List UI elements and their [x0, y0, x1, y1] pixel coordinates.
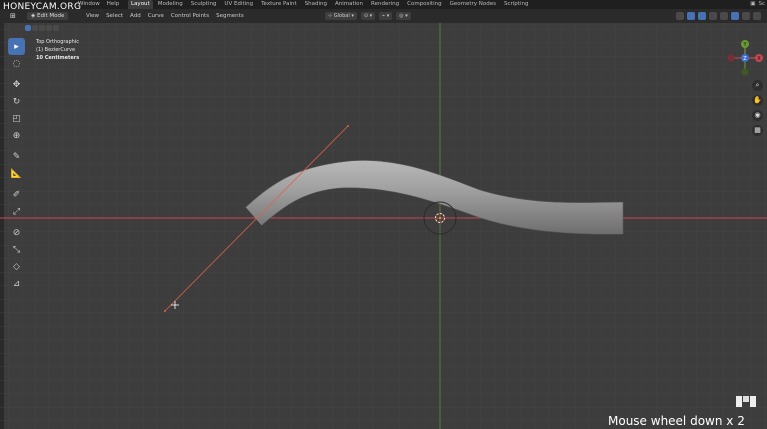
tab-geometry-nodes[interactable]: Geometry Nodes — [447, 0, 499, 9]
select-mode-intersect-icon[interactable] — [53, 25, 59, 31]
viewport-grid — [0, 23, 767, 429]
pivot-dropdown[interactable]: ⊙ ▾ — [360, 12, 376, 20]
watermark-text: HONEYCAM.ORG — [3, 2, 82, 12]
shading-solid-icon[interactable] — [731, 12, 739, 20]
zoom-icon[interactable]: ⌕ — [752, 80, 763, 91]
menu-control-points[interactable]: Control Points — [171, 9, 209, 23]
gizmo-x-label: X — [757, 56, 761, 62]
menu-select[interactable]: Select — [106, 9, 123, 23]
active-object-name: (1) BezierCurve — [36, 47, 76, 53]
header-right-controls — [676, 12, 761, 20]
keystroke-icon — [736, 396, 756, 407]
mode-dropdown[interactable]: ◈ Edit Mode — [27, 12, 69, 20]
navigation-buttons: ⌕ ✋ ◉ ▦ — [752, 80, 763, 136]
camera-view-icon[interactable]: ◉ — [752, 110, 763, 121]
snap-toggle[interactable]: ⌁ ▾ — [379, 12, 393, 20]
handle-point-start[interactable] — [164, 310, 166, 312]
select-mode-new-icon[interactable] — [25, 25, 31, 31]
menu-segments[interactable]: Segments — [216, 9, 244, 23]
tab-scripting[interactable]: Scripting — [501, 0, 531, 9]
orientation-label: Global — [333, 13, 350, 19]
shading-wire-icon[interactable] — [720, 12, 728, 20]
xray-toggle-icon[interactable] — [709, 12, 717, 20]
measure-tool-icon[interactable]: 📐 — [8, 165, 25, 182]
transform-tool-icon[interactable]: ⊕ — [8, 127, 25, 144]
proportional-edit-toggle[interactable]: ◎ ▾ — [396, 12, 411, 20]
mode-label: Edit Mode — [36, 13, 65, 19]
tab-compositing[interactable]: Compositing — [404, 0, 444, 9]
extrude-tool-icon[interactable]: ⤢ — [8, 203, 25, 220]
cursor-tool-icon[interactable]: ◌ — [8, 55, 25, 72]
perspective-toggle-icon[interactable]: ▦ — [752, 125, 763, 136]
randomize-tool-icon[interactable]: ◇ — [8, 258, 25, 275]
shading-material-icon[interactable] — [742, 12, 750, 20]
gizmo-toggle-icon[interactable] — [687, 12, 695, 20]
tilt-tool-icon[interactable]: ⤡ — [8, 241, 25, 258]
select-mode-extend-icon[interactable] — [32, 25, 38, 31]
shear-tool-icon[interactable]: ⊿ — [8, 275, 25, 292]
tab-uv-editing[interactable]: UV Editing — [221, 0, 256, 9]
grid-scale: 10 Centimeters — [36, 55, 80, 61]
scene-selector[interactable]: ▣ Sc — [750, 0, 765, 9]
tab-texture-paint[interactable]: Texture Paint — [258, 0, 300, 9]
header-center-controls: ⊹ Global ▾ ⊙ ▾ ⌁ ▾ ◎ ▾ — [325, 12, 411, 20]
orientation-dropdown[interactable]: ⊹ Global ▾ — [325, 12, 357, 20]
top-bar: Window Help Layout Modeling Sculpting UV… — [0, 0, 767, 9]
menu-help[interactable]: Help — [107, 0, 120, 9]
gizmo-neg-x-icon[interactable] — [727, 54, 735, 62]
select-mode-invert-icon[interactable] — [46, 25, 52, 31]
workspace-tabs: Layout Modeling Sculpting UV Editing Tex… — [128, 0, 531, 9]
menu-view[interactable]: View — [86, 9, 99, 23]
select-box-icon[interactable]: ▸ — [8, 38, 25, 55]
pan-hand-icon[interactable]: ✋ — [752, 95, 763, 106]
scale-tool-icon[interactable]: ◰ — [8, 110, 25, 127]
keystroke-caption: Mouse wheel down x 2 — [608, 414, 745, 428]
gizmo-z-label: Z — [743, 56, 747, 62]
shading-rendered-icon[interactable] — [753, 12, 761, 20]
radius-tool-icon[interactable]: ⊘ — [8, 224, 25, 241]
move-tool-icon[interactable]: ✥ — [8, 76, 25, 93]
visibility-icon[interactable] — [676, 12, 684, 20]
handle-point-end[interactable] — [347, 125, 349, 127]
tab-rendering[interactable]: Rendering — [368, 0, 402, 9]
scene-label: Sc — [758, 1, 765, 7]
draw-tool-icon[interactable]: ✐ — [8, 186, 25, 203]
tab-animation[interactable]: Animation — [332, 0, 366, 9]
viewport-info-overlay: Top Orthographic (1) BezierCurve 10 Cent… — [36, 38, 79, 62]
tool-shelf: ▸ ◌ ✥ ↻ ◰ ⊕ ✎ 📐 ✐ ⤢ ⊘ ⤡ ◇ ⊿ — [8, 38, 27, 292]
gizmo-neg-y-icon[interactable] — [741, 68, 749, 76]
overlay-toggle-icon[interactable] — [698, 12, 706, 20]
scene-icon: ▣ — [750, 1, 756, 7]
tab-layout[interactable]: Layout — [128, 0, 153, 9]
select-mode-buttons — [25, 25, 59, 31]
menu-add[interactable]: Add — [130, 9, 141, 23]
viewport-3d[interactable] — [0, 0, 767, 429]
select-mode-subtract-icon[interactable] — [39, 25, 45, 31]
tab-modeling[interactable]: Modeling — [155, 0, 186, 9]
tab-shading[interactable]: Shading — [302, 0, 330, 9]
rotate-tool-icon[interactable]: ↻ — [8, 93, 25, 110]
viewport-header: ⊞ ◈ Edit Mode View Select Add Curve Cont… — [0, 9, 767, 23]
header-menus: View Select Add Curve Control Points Seg… — [86, 9, 244, 23]
menu-curve[interactable]: Curve — [148, 9, 164, 23]
view-name: Top Orthographic — [36, 39, 79, 45]
top-menu: Window Help — [78, 0, 119, 9]
annotate-tool-icon[interactable]: ✎ — [8, 148, 25, 165]
tab-sculpting[interactable]: Sculpting — [188, 0, 220, 9]
navigation-gizmo[interactable]: Y X Z — [725, 36, 765, 80]
